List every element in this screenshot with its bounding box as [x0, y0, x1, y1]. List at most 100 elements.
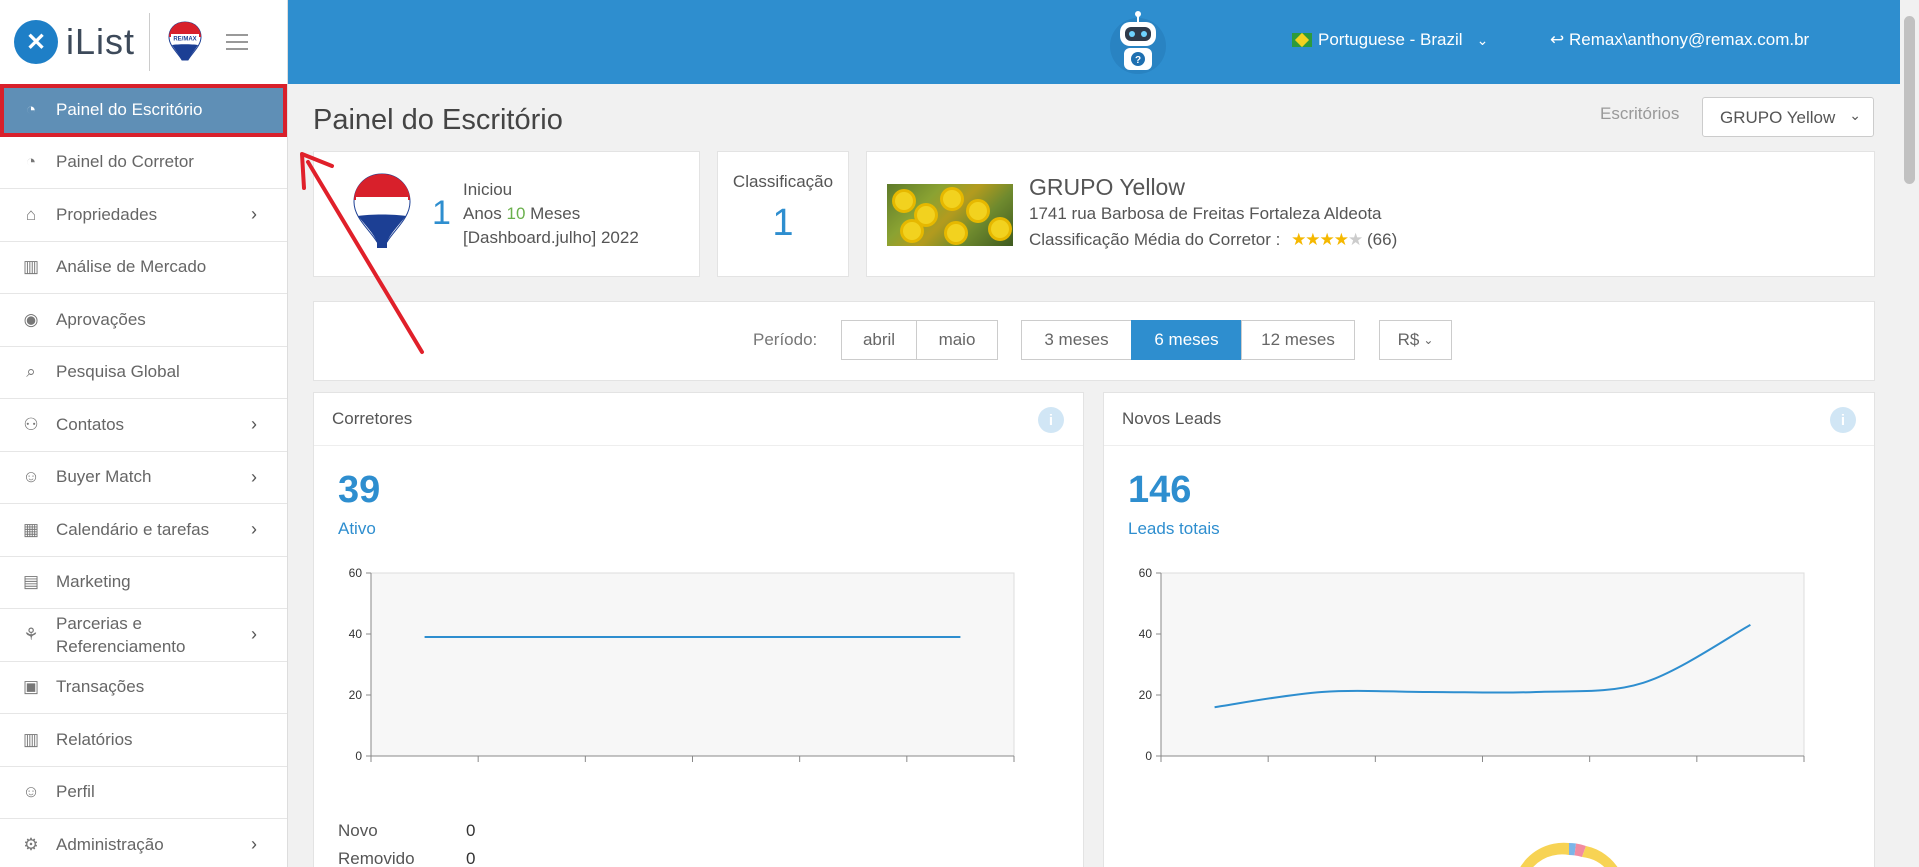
office-filter-label: Escritórios — [1600, 104, 1680, 123]
sidebar-nav: ◔ Painel do Escritório ◔ Painel do Corretor… — [0, 84, 287, 867]
classification-card: Classificação 1 — [717, 151, 849, 277]
currency-selector[interactable]: R$ ⌄ — [1379, 320, 1452, 360]
sidebar: ✕ iList RE/MAX ◔ Painel do Escritório ◔ Pai… — [0, 0, 288, 867]
classification-value: 1 — [772, 202, 794, 244]
sidebar-item-label: Painel do Escritório — [56, 100, 203, 120]
sidebar-item-contatos[interactable]: ⚇ Contatos › — [0, 399, 287, 452]
y-tick-label: 40 — [1139, 627, 1153, 641]
sidebar-item-label: Marketing — [56, 572, 131, 592]
top-bar: ? Portuguese - Brazil ⌄ ↩ Remax\anthony@… — [288, 0, 1900, 84]
y-tick-label: 0 — [355, 749, 362, 763]
agents-active-label: Ativo — [338, 519, 376, 538]
sidebar-item-administração[interactable]: ⚙ Administração › — [0, 819, 287, 867]
started-duration: Anos 10 Meses — [463, 202, 639, 226]
sidebar-item-label: Relatórios — [56, 729, 133, 749]
chevron-right-icon: › — [251, 204, 257, 225]
office-address: 1741 rua Barbosa de Freitas Fortaleza Al… — [1029, 204, 1382, 223]
leads-line-chart: 0204060novdezjanfevmarabr — [1139, 566, 1805, 763]
chevron-right-icon: › — [251, 466, 257, 487]
sidebar-item-label: Buyer Match — [56, 467, 152, 487]
sidebar-item-aprovações[interactable]: ◉ Aprovações — [0, 294, 287, 347]
range-3-months[interactable]: 3 meses — [1021, 320, 1132, 360]
bar-chart-icon: ▥ — [22, 729, 40, 749]
sidebar-item-transações[interactable]: ▣ Transações — [0, 662, 287, 714]
sidebar-item-análise-de-mercado[interactable]: ▥ Análise de Mercado — [0, 242, 287, 294]
robot-assistant-icon[interactable]: ? — [1106, 10, 1170, 76]
y-tick-label: 20 — [349, 688, 363, 702]
sidebar-item-painel-do-escritório[interactable]: ◔ Painel do Escritório — [0, 84, 287, 137]
leads-panel: Novos Leads i 146 Leads totais 0204060no… — [1103, 392, 1875, 867]
months-count: 10 — [506, 204, 526, 223]
dashboard-gauge-icon: ◔ — [25, 100, 37, 120]
stat-value: 0 — [466, 821, 476, 840]
eye-icon: ◉ — [23, 309, 39, 329]
rating-count: (66) — [1367, 230, 1398, 249]
bar-chart-icon: ▥ — [22, 257, 40, 277]
sidebar-item-label: Calendário e tarefas — [56, 519, 210, 539]
hamburger-menu-icon[interactable] — [226, 29, 249, 55]
y-tick-label: 60 — [1139, 566, 1153, 580]
sidebar-item-label: Painel do Corretor — [56, 152, 194, 172]
language-selector[interactable]: Portuguese - Brazil ⌄ — [1292, 30, 1488, 50]
sidebar-item-relatórios[interactable]: ▥ Relatórios — [0, 714, 287, 767]
chevron-right-icon: › — [251, 414, 257, 435]
chevron-right-icon: › — [251, 834, 257, 855]
calendar-icon: ▦ — [22, 519, 40, 539]
brand-name[interactable]: iList — [66, 21, 135, 63]
rating-label: Classificação Média do Corretor : — [1029, 230, 1281, 249]
sidebar-item-parcerias-e-referenciamento[interactable]: ⚘ Parcerias e Referenciamento › — [0, 609, 287, 662]
rating-stars-icon: ★★★★★ — [1291, 230, 1363, 249]
office-filter-value: GRUPO Yellow — [1720, 108, 1836, 127]
page-scrollbar[interactable] — [1900, 0, 1919, 867]
ilist-logo-icon[interactable]: ✕ — [14, 20, 58, 64]
annotation-arrow — [300, 152, 424, 354]
agents-removed-row: Removido 0 — [338, 849, 475, 867]
chevron-down-icon: ⌄ — [1423, 333, 1434, 347]
gear-icon: ⚙ — [23, 834, 39, 854]
sidebar-item-label: Propriedades — [56, 204, 158, 224]
period-month-abril[interactable]: abril — [841, 320, 917, 360]
user-menu[interactable]: ↩ Remax\anthony@remax.com.br — [1550, 30, 1809, 50]
page-title: Painel do Escritório — [313, 104, 563, 136]
sidebar-item-buyer-match[interactable]: ☺ Buyer Match › — [0, 452, 287, 504]
range-12-months[interactable]: 12 meses — [1241, 320, 1355, 360]
sidebar-item-calendário-e-tarefas[interactable]: ▦ Calendário e tarefas › — [0, 504, 287, 557]
sidebar-item-propriedades[interactable]: ⌂ Propriedades › — [0, 189, 287, 242]
office-filter-select[interactable]: GRUPO Yellow ⌄ — [1702, 97, 1874, 137]
office-rating: Classificação Média do Corretor : ★★★★★ … — [1029, 230, 1397, 250]
info-icon[interactable]: i — [1830, 407, 1856, 433]
brazil-flag-icon — [1292, 33, 1312, 47]
info-icon[interactable]: i — [1038, 407, 1064, 433]
y-tick-label: 0 — [1145, 749, 1152, 763]
y-tick-label: 60 — [349, 566, 363, 580]
svg-text:?: ? — [1135, 55, 1141, 66]
range-6-months[interactable]: 6 meses — [1131, 320, 1242, 360]
leads-panel-title: Novos Leads — [1122, 409, 1222, 428]
stat-label: Removido — [338, 849, 415, 867]
chevron-right-icon: › — [251, 624, 257, 645]
scrollbar-thumb[interactable] — [1904, 16, 1915, 184]
period-month-maio[interactable]: maio — [916, 320, 998, 360]
sidebar-item-pesquisa-global[interactable]: ⌕ Pesquisa Global — [0, 347, 287, 399]
agents-panel-title: Corretores — [332, 409, 413, 428]
started-label: Iniciou — [463, 180, 513, 199]
plot-area — [1160, 572, 1805, 757]
y-tick-label: 20 — [1139, 688, 1153, 702]
sidebar-item-painel-do-corretor[interactable]: ◔ Painel do Corretor — [0, 137, 287, 189]
sidebar-item-label: Administração — [56, 834, 164, 854]
leads-donut-chart — [1520, 842, 1618, 867]
agents-active-count: 39 — [338, 469, 381, 511]
sidebar-item-label: Transações — [56, 677, 145, 697]
language-label: Portuguese - Brazil — [1318, 30, 1463, 49]
sidebar-item-marketing[interactable]: ▤ Marketing — [0, 557, 287, 609]
sidebar-item-label: Parcerias e Referenciamento — [56, 613, 186, 656]
handshake-icon: ⚘ — [23, 624, 39, 644]
agents-new-row: Novo 0 — [338, 821, 475, 841]
stat-label: Novo — [338, 821, 378, 840]
remax-logo-icon: RE/MAX — [168, 21, 202, 61]
period-label: Período: — [753, 330, 818, 349]
years-label: Anos — [463, 204, 502, 223]
sidebar-item-label: Pesquisa Global — [56, 362, 180, 382]
sidebar-item-perfil[interactable]: ☺ Perfil — [0, 767, 287, 819]
chevron-down-icon: ⌄ — [1476, 31, 1489, 48]
